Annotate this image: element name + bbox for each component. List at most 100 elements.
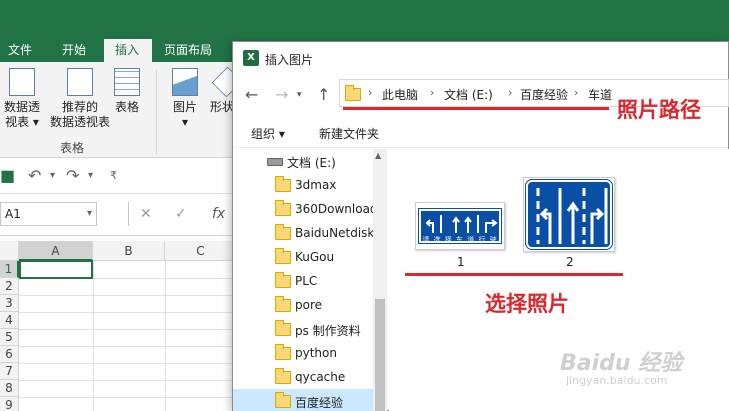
tree-item-kugou[interactable]: KuGou xyxy=(233,245,373,269)
up-icon[interactable]: ↑ xyxy=(317,85,330,104)
organize-menu[interactable]: 组织 ▾ xyxy=(251,125,285,142)
undo-dropdown-icon[interactable]: ▾ xyxy=(50,170,55,181)
grid-line xyxy=(19,295,239,296)
tree-item-baidunetdisk[interactable]: BaiduNetdisk xyxy=(233,221,374,245)
lane-sign-caption: 请 选 择 车 道 行 驶 xyxy=(422,236,498,244)
row-header-8[interactable]: 8 xyxy=(0,380,19,397)
breadcrumb-lane[interactable]: 车道 xyxy=(588,86,612,103)
chevron-right-icon: › xyxy=(368,86,373,99)
folder-icon xyxy=(275,272,291,288)
file-thumbnail-2[interactable] xyxy=(523,177,615,252)
enter-icon[interactable]: ✓ xyxy=(175,206,187,222)
tree-item-drive[interactable]: 文档 (E:) xyxy=(233,149,373,173)
folder-icon xyxy=(275,176,291,192)
chevron-right-icon: › xyxy=(574,86,579,99)
save-icon[interactable]: ■ xyxy=(0,166,15,185)
tree-item-360download[interactable]: 360Download xyxy=(233,197,378,221)
excel-titlebar xyxy=(0,0,729,34)
folder-tree: 文档 (E:) 3dmax 360Download BaiduNetdisk K… xyxy=(233,149,387,411)
breadcrumb-baidu[interactable]: 百度经验 xyxy=(520,86,568,103)
dialog-titlebar[interactable]: X 插入图片 xyxy=(233,42,728,74)
tab-file[interactable]: 文件 xyxy=(2,39,38,62)
table-label: 表格 xyxy=(114,100,139,114)
lane-sign-image-1: 请 选 择 车 道 行 驶 xyxy=(418,208,502,244)
dialog-title: 插入图片 xyxy=(265,53,314,67)
recommended-pivot-icon xyxy=(67,68,93,96)
breadcrumb-this-pc[interactable]: 此电脑 xyxy=(382,86,418,103)
name-box[interactable]: A1 ▾ xyxy=(0,202,97,226)
tree-item-3dmax[interactable]: 3dmax xyxy=(233,173,373,197)
chevron-right-icon: › xyxy=(508,86,513,99)
picture-chevron-icon: ▾ xyxy=(181,115,189,129)
table-button[interactable]: 表格 xyxy=(110,68,144,115)
function-icon[interactable]: fx xyxy=(212,206,225,222)
selected-cell-a1[interactable] xyxy=(19,260,93,279)
column-header-a[interactable]: A xyxy=(19,241,93,261)
tree-item-label: KuGou xyxy=(295,250,335,264)
formula-separator xyxy=(128,202,129,226)
grid-line xyxy=(19,329,239,330)
file-name-1[interactable]: 1 xyxy=(457,255,465,269)
drive-icon xyxy=(267,158,283,166)
tree-item-label: 3dmax xyxy=(295,178,337,192)
grid-line xyxy=(93,261,94,411)
file-name-2[interactable]: 2 xyxy=(566,255,574,269)
file-thumbnail-1[interactable]: 请 选 择 车 道 行 驶 xyxy=(415,202,505,250)
row-header-1[interactable]: 1 xyxy=(0,261,19,278)
table-group-label: 表格 xyxy=(60,141,85,155)
folder-icon xyxy=(275,344,291,360)
select-all-corner[interactable] xyxy=(0,241,19,261)
pivot-label-1: 数据透 xyxy=(3,100,40,114)
recommended-label-1: 推荐的 xyxy=(61,100,98,114)
tree-item-label: 百度经验 xyxy=(295,396,344,410)
tree-scrollbar[interactable]: ▲ xyxy=(373,149,387,411)
tree-item-plc[interactable]: PLC xyxy=(233,269,373,293)
column-header-b[interactable]: B xyxy=(93,241,165,261)
breadcrumb-drive[interactable]: 文档 (E:) xyxy=(444,86,493,103)
row-header-4[interactable]: 4 xyxy=(0,312,19,329)
picture-label: 图片 xyxy=(172,100,197,114)
scroll-up-icon[interactable]: ▲ xyxy=(375,151,381,160)
picture-button[interactable]: 图片 ▾ xyxy=(168,68,202,130)
tree-item-qycache[interactable]: qycache xyxy=(233,365,373,389)
tab-insert[interactable]: 插入 xyxy=(104,39,152,62)
grid-line xyxy=(19,397,239,398)
pivot-table-button[interactable]: 数据透 视表 ▾ xyxy=(0,68,44,130)
grid-line xyxy=(19,346,239,347)
excel-app-icon: X xyxy=(243,50,259,66)
row-header-2[interactable]: 2 xyxy=(0,278,19,295)
tree-item-ps[interactable]: ps 制作资料 xyxy=(233,317,373,341)
folder-icon xyxy=(275,224,291,240)
row-header-6[interactable]: 6 xyxy=(0,346,19,363)
row-header-7[interactable]: 7 xyxy=(0,363,19,380)
name-box-dropdown-icon[interactable]: ▾ xyxy=(87,203,92,225)
tab-home[interactable]: 开始 xyxy=(56,39,92,62)
baidu-watermark: Baidu 经验 xyxy=(560,351,683,376)
forward-icon[interactable]: → xyxy=(275,85,288,104)
column-header-c[interactable]: C xyxy=(165,241,237,261)
tree-item-label: python xyxy=(295,346,337,360)
redo-dropdown-icon[interactable]: ▾ xyxy=(88,170,93,181)
grid-line xyxy=(165,261,166,411)
folder-icon xyxy=(275,320,291,336)
new-folder-button[interactable]: 新建文件夹 xyxy=(319,125,379,142)
tree-item-python[interactable]: python xyxy=(233,341,373,365)
back-icon[interactable]: ← xyxy=(245,85,258,104)
cancel-icon[interactable]: ✕ xyxy=(140,206,152,222)
folder-icon xyxy=(275,368,291,384)
row-header-5[interactable]: 5 xyxy=(0,329,19,346)
recent-dropdown-icon[interactable]: ▾ xyxy=(297,90,302,100)
folder-icon xyxy=(275,296,291,312)
select-annotation-line xyxy=(405,273,623,276)
row-header-3[interactable]: 3 xyxy=(0,295,19,312)
customize-qat-icon[interactable]: ₹ xyxy=(110,169,117,182)
row-header-9[interactable]: 9 xyxy=(0,397,19,411)
redo-icon[interactable]: ↷ xyxy=(66,166,79,185)
tree-item-baidu-jingyan[interactable]: 百度经验 xyxy=(233,389,373,411)
pivot-label-2: 视表 ▾ xyxy=(5,115,39,129)
recommended-pivot-button[interactable]: 推荐的 数据透视表 xyxy=(50,68,110,130)
scroll-thumb[interactable] xyxy=(375,299,385,411)
undo-icon[interactable]: ↶ xyxy=(28,166,41,185)
tab-page-layout[interactable]: 页面布局 xyxy=(158,39,218,62)
tree-item-pore[interactable]: pore xyxy=(233,293,373,317)
